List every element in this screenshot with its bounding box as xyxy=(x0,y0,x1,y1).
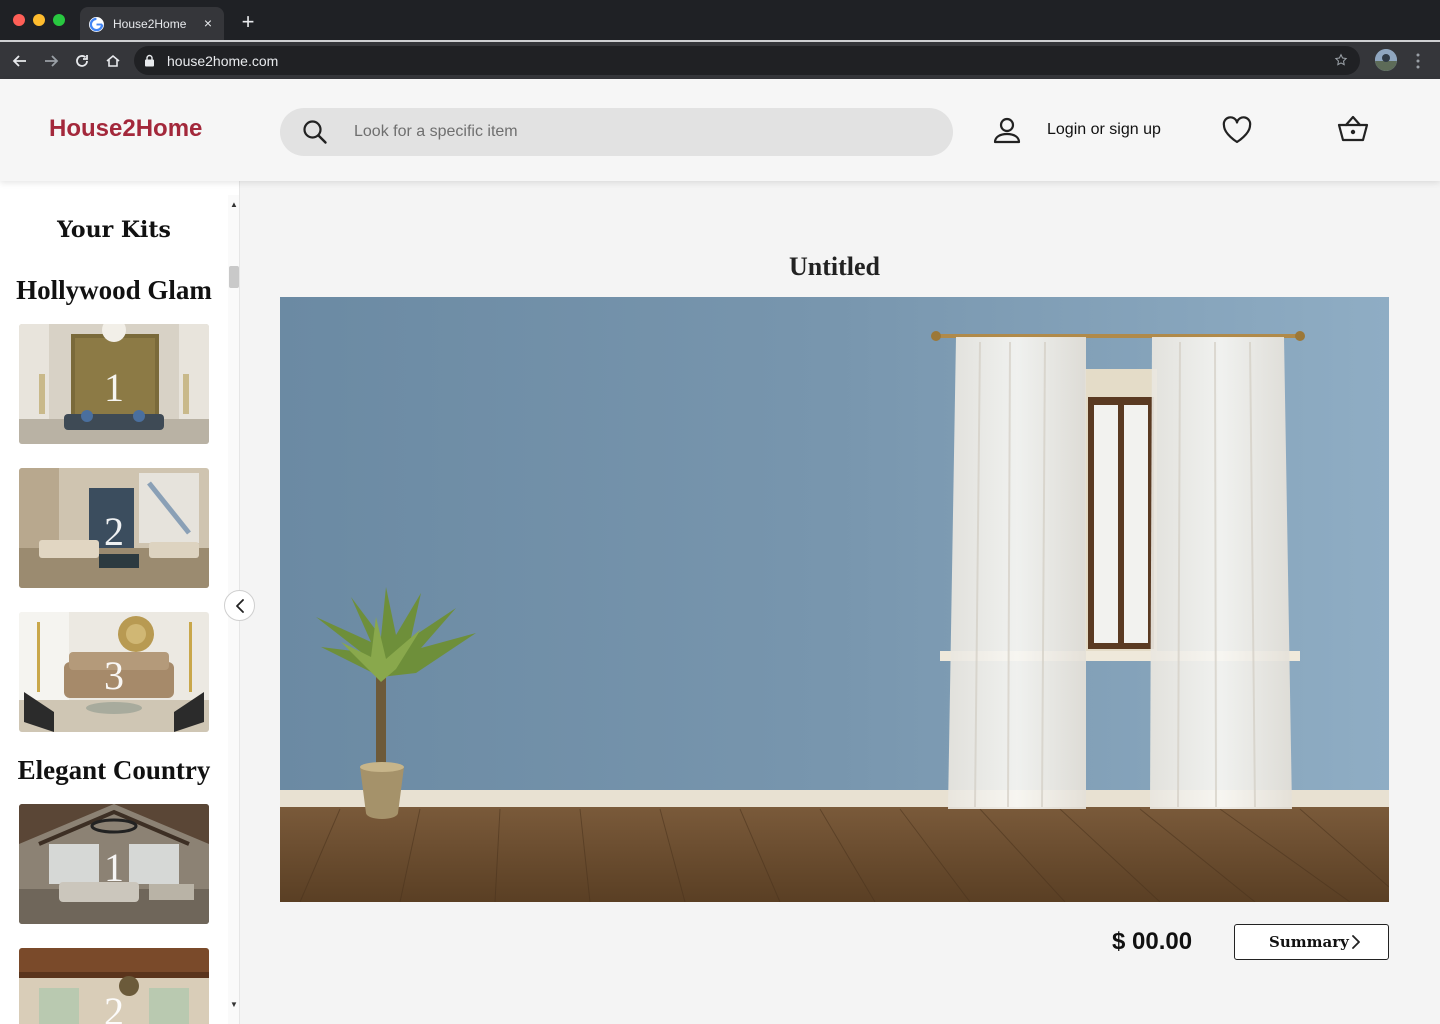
kit-thumbnail[interactable]: 1 xyxy=(19,324,209,444)
back-arrow-icon[interactable] xyxy=(10,51,30,71)
kit-thumbnail[interactable]: 2 xyxy=(19,948,209,1024)
tab-close-icon[interactable]: × xyxy=(200,15,216,31)
lock-icon xyxy=(145,54,154,67)
kebab-menu-icon[interactable] xyxy=(1412,51,1424,71)
chevron-right-icon xyxy=(1352,935,1360,949)
search-icon[interactable] xyxy=(302,119,328,145)
forward-arrow-icon[interactable] xyxy=(41,51,61,71)
window-minimize-button[interactable] xyxy=(33,14,45,26)
window-close-button[interactable] xyxy=(13,14,25,26)
profile-avatar[interactable] xyxy=(1375,49,1397,71)
browser-tab-bar: House2Home × + xyxy=(0,0,1440,42)
kit-thumbnail[interactable]: 1 xyxy=(19,804,209,924)
logo[interactable]: House2Home xyxy=(49,115,202,143)
kit-number: 1 xyxy=(104,365,124,410)
search-input[interactable] xyxy=(354,120,914,144)
kit-price: $ 00.00 xyxy=(1112,928,1193,955)
browser-toolbar: house2home.com xyxy=(0,42,1440,79)
scroll-up-arrow-icon[interactable]: ▲ xyxy=(228,195,239,209)
kits-sidebar: Your Kits Hollywood Glam 1 2 3 Elegant C… xyxy=(0,181,240,1024)
home-icon[interactable] xyxy=(103,51,123,71)
chevron-left-icon xyxy=(236,599,244,613)
url-text: house2home.com xyxy=(167,53,279,69)
sidebar-title: Your Kits xyxy=(57,217,171,243)
basket-icon[interactable] xyxy=(1337,115,1369,143)
kit-thumbnail[interactable]: 2 xyxy=(19,468,209,588)
search-bar[interactable] xyxy=(280,108,953,156)
login-link[interactable]: Login or sign up xyxy=(1047,121,1161,139)
summary-label: Summary xyxy=(1269,933,1349,951)
kit-number: 2 xyxy=(104,509,124,554)
star-icon[interactable] xyxy=(1334,53,1348,67)
user-icon[interactable] xyxy=(993,116,1021,144)
google-favicon-icon xyxy=(89,17,104,32)
reload-icon[interactable] xyxy=(72,51,92,71)
room-canvas[interactable] xyxy=(280,297,1389,902)
kit-group-title: Hollywood Glam xyxy=(16,275,212,305)
scrollbar-thumb[interactable] xyxy=(229,266,239,288)
scroll-down-arrow-icon[interactable]: ▼ xyxy=(228,995,239,1009)
site-header: House2Home Login or sign up xyxy=(0,79,1440,181)
new-tab-button[interactable]: + xyxy=(238,11,258,33)
kit-title: Untitled xyxy=(789,252,880,281)
heart-icon[interactable] xyxy=(1222,116,1252,144)
collapse-sidebar-button[interactable] xyxy=(224,590,255,621)
window-maximize-button[interactable] xyxy=(53,14,65,26)
tab-title: House2Home xyxy=(113,17,187,31)
room-image xyxy=(280,297,1389,902)
summary-button[interactable]: Summary xyxy=(1234,924,1389,960)
address-bar[interactable]: house2home.com xyxy=(134,46,1360,75)
kit-number: 2 xyxy=(104,989,124,1024)
kit-number: 1 xyxy=(104,845,124,890)
kit-group-title: Elegant Country xyxy=(17,755,211,785)
browser-tab[interactable]: House2Home × xyxy=(80,7,224,42)
kit-number: 3 xyxy=(104,653,124,698)
kit-thumbnail[interactable]: 3 xyxy=(19,612,209,732)
